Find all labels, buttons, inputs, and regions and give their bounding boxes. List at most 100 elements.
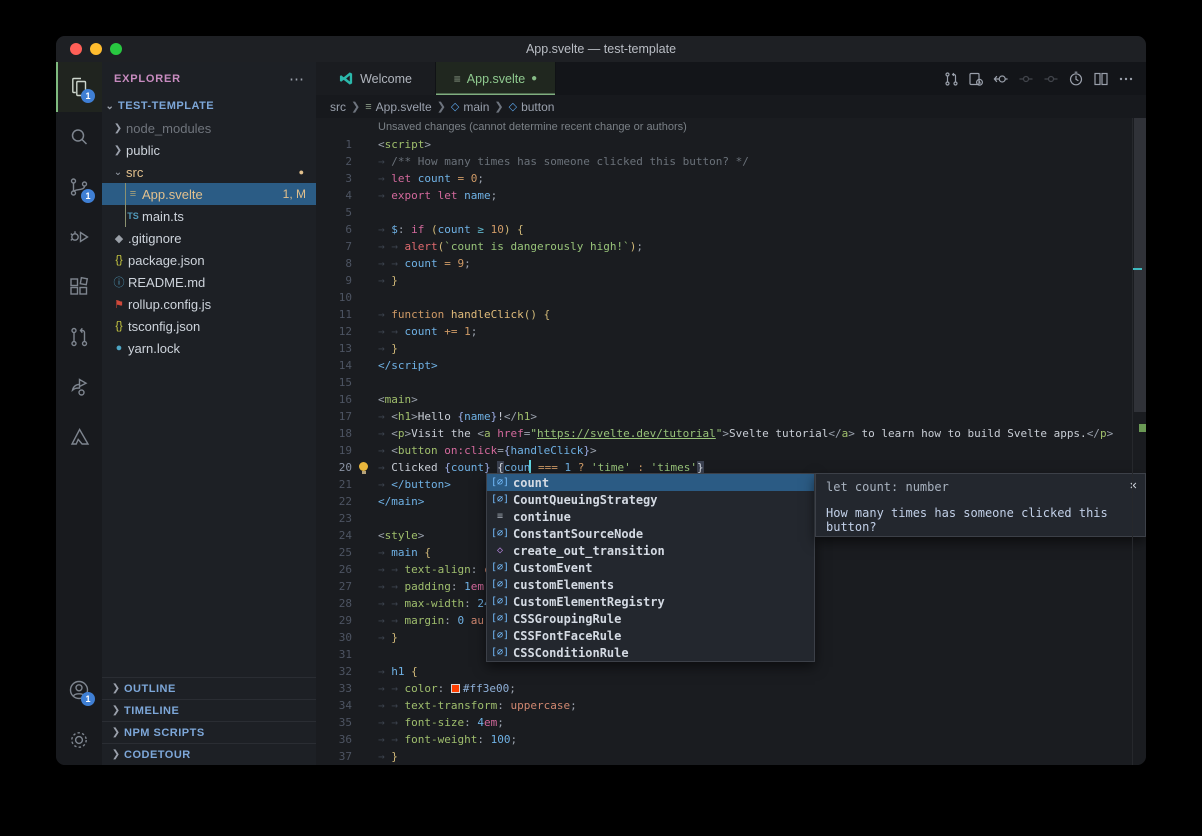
code-line-11[interactable]: 11→ function handleClick() { — [316, 306, 1146, 323]
code-line-14[interactable]: 14</script> — [316, 357, 1146, 374]
editor-content[interactable]: Unsaved changes (cannot determine recent… — [316, 118, 1146, 765]
suggest-item-CustomElementRegistry[interactable]: [∅]CustomElementRegistry — [487, 593, 814, 610]
tree-item-src[interactable]: ⌄src● — [102, 161, 316, 183]
gutter-decorations — [352, 425, 378, 442]
code-line-32[interactable]: 32→ h1 { — [316, 663, 1146, 680]
activity-source-control-icon[interactable]: 1 — [56, 162, 102, 212]
panel-codetour[interactable]: ❯CODETOUR — [102, 743, 316, 765]
explorer-more-actions-icon[interactable]: ⋯ — [289, 70, 304, 88]
suggest-item-CSSConditionRule[interactable]: [∅]CSSConditionRule — [487, 644, 814, 661]
breadcrumb-app-svelte[interactable]: ≡App.svelte — [365, 100, 431, 114]
suggest-item-CSSGroupingRule[interactable]: [∅]CSSGroupingRule — [487, 610, 814, 627]
dirty-dot-icon[interactable]: ● — [531, 73, 537, 84]
open-changes-icon[interactable] — [943, 71, 959, 87]
file-label: App.svelte — [142, 187, 203, 202]
code-line-36[interactable]: 36→ → font-weight: 100; — [316, 731, 1146, 748]
tree-root[interactable]: ⌄TEST-TEMPLATE — [102, 95, 316, 117]
code-line-8[interactable]: 8→ → count = 9; — [316, 255, 1146, 272]
editor-scrollbar[interactable] — [1132, 118, 1146, 765]
gutter-decorations — [352, 408, 378, 425]
code-line-34[interactable]: 34→ → text-transform: uppercase; — [316, 697, 1146, 714]
line-number: 16 — [316, 393, 352, 406]
tree-item-rollup.config.js[interactable]: ⚑rollup.config.js — [102, 293, 316, 315]
code-line-37[interactable]: 37→ } — [316, 748, 1146, 765]
tour-back-icon[interactable] — [993, 71, 1009, 87]
code-line-19[interactable]: 19→ <button on:click={handleClick}> — [316, 442, 1146, 459]
code-line-35[interactable]: 35→ → font-size: 4em; — [316, 714, 1146, 731]
title-bar[interactable]: App.svelte — test-template — [56, 36, 1146, 62]
gutter-decorations — [352, 323, 378, 340]
breadcrumb-separator: ❯ — [351, 100, 360, 113]
activity-github-pull-requests-icon[interactable] — [56, 312, 102, 362]
suggest-item-CountQueuingStrategy[interactable]: [∅]CountQueuingStrategy — [487, 491, 814, 508]
activity-accounts-icon[interactable]: 1 — [56, 665, 102, 715]
activity-extensions-icon[interactable] — [56, 262, 102, 312]
tree-item-yarn.lock[interactable]: ●yarn.lock — [102, 337, 316, 359]
activity-run-and-debug-icon[interactable] — [56, 212, 102, 262]
code-line-4[interactable]: 4→ export let name; — [316, 187, 1146, 204]
code-line-13[interactable]: 13→ } — [316, 340, 1146, 357]
suggest-item-CSSFontFaceRule[interactable]: [∅]CSSFontFaceRule — [487, 627, 814, 644]
line-number: 1 — [316, 138, 352, 151]
tour-record-icon[interactable] — [1068, 71, 1084, 87]
activity-search-icon[interactable] — [56, 112, 102, 162]
tree-item-node_modules[interactable]: ❯node_modules — [102, 117, 316, 139]
activity-azure-icon[interactable] — [56, 412, 102, 462]
breadcrumb-src[interactable]: src — [330, 100, 346, 114]
code-line-7[interactable]: 7→ → alert(`count is dangerously high!`)… — [316, 238, 1146, 255]
code-line-3[interactable]: 3→ let count = 0; — [316, 170, 1146, 187]
gutter-decorations — [352, 272, 378, 289]
sidebar-panels: ❯OUTLINE❯TIMELINE❯NPM SCRIPTS❯CODETOUR — [102, 677, 316, 765]
modified-dot: ● — [299, 167, 304, 177]
tab-app-svelte[interactable]: ≡App.svelte● — [436, 62, 556, 95]
more-actions-icon[interactable] — [1118, 71, 1134, 87]
suggest-item-CustomEvent[interactable]: [∅]CustomEvent — [487, 559, 814, 576]
activity-manage-gear-icon[interactable] — [56, 715, 102, 765]
suggest-item-continue[interactable]: ≡continue — [487, 508, 814, 525]
tree-item-package.json[interactable]: {}package.json — [102, 249, 316, 271]
panel-npm-scripts[interactable]: ❯NPM SCRIPTS — [102, 721, 316, 743]
lightbulb-icon[interactable] — [359, 462, 368, 471]
breadcrumb-main[interactable]: ◇main — [451, 100, 489, 114]
breadcrumb-button[interactable]: ◇button — [509, 100, 555, 114]
code-line-16[interactable]: 16<main> — [316, 391, 1146, 408]
tab-welcome[interactable]: Welcome — [316, 62, 436, 95]
suggest-item-count[interactable]: [∅]count — [487, 474, 814, 491]
activity-explorer-icon[interactable]: 1 — [56, 62, 102, 112]
tree-item-main.ts[interactable]: TSmain.ts — [102, 205, 316, 227]
tree-item-README.md[interactable]: ⓘREADME.md — [102, 271, 316, 293]
activity-live-share-icon[interactable] — [56, 362, 102, 412]
suggest-label: ConstantSourceNode — [513, 527, 643, 541]
code-text: → <p>Visit the <a href="https://svelte.d… — [378, 425, 1113, 442]
code-line-5[interactable]: 5 — [316, 204, 1146, 221]
gutter-decorations — [352, 391, 378, 408]
scrollbar-thumb[interactable] — [1134, 118, 1146, 412]
code-line-18[interactable]: 18→ <p>Visit the <a href="https://svelte… — [316, 425, 1146, 442]
code-line-9[interactable]: 9→ } — [316, 272, 1146, 289]
line-number: 32 — [316, 665, 352, 678]
suggest-item-create_out_transition[interactable]: ◇create_out_transition — [487, 542, 814, 559]
code-line-12[interactable]: 12→ → count += 1; — [316, 323, 1146, 340]
panel-timeline[interactable]: ❯TIMELINE — [102, 699, 316, 721]
activity-bar: 1 1 1 — [56, 62, 102, 765]
code-line-15[interactable]: 15 — [316, 374, 1146, 391]
vscode-window: App.svelte — test-template 11 1 EXPLORER… — [56, 36, 1146, 765]
code-line-6[interactable]: 6→ $: if (count ≥ 10) { — [316, 221, 1146, 238]
tree-item-tsconfig.json[interactable]: {}tsconfig.json — [102, 315, 316, 337]
suggest-item-customElements[interactable]: [∅]customElements — [487, 576, 814, 593]
tree-item-public[interactable]: ❯public — [102, 139, 316, 161]
split-editor-icon[interactable] — [1093, 71, 1109, 87]
code-line-10[interactable]: 10 — [316, 289, 1146, 306]
tree-item-.gitignore[interactable]: ◆.gitignore — [102, 227, 316, 249]
code-line-33[interactable]: 33→ → color: #ff3e00; — [316, 680, 1146, 697]
panel-outline[interactable]: ❯OUTLINE — [102, 677, 316, 699]
tree-item-App.svelte[interactable]: ≡App.svelte1, M — [102, 183, 316, 205]
suggest-item-ConstantSourceNode[interactable]: [∅]ConstantSourceNode — [487, 525, 814, 542]
open-preview-icon[interactable] — [968, 71, 984, 87]
gutter-decorations — [352, 697, 378, 714]
line-number: 25 — [316, 546, 352, 559]
code-line-17[interactable]: 17→ <h1>Hello {name}!</h1> — [316, 408, 1146, 425]
suggest-detail-pane: let count: number How many times has som… — [815, 473, 1146, 537]
code-line-1[interactable]: 1<script> — [316, 136, 1146, 153]
code-line-2[interactable]: 2→ /** How many times has someone clicke… — [316, 153, 1146, 170]
